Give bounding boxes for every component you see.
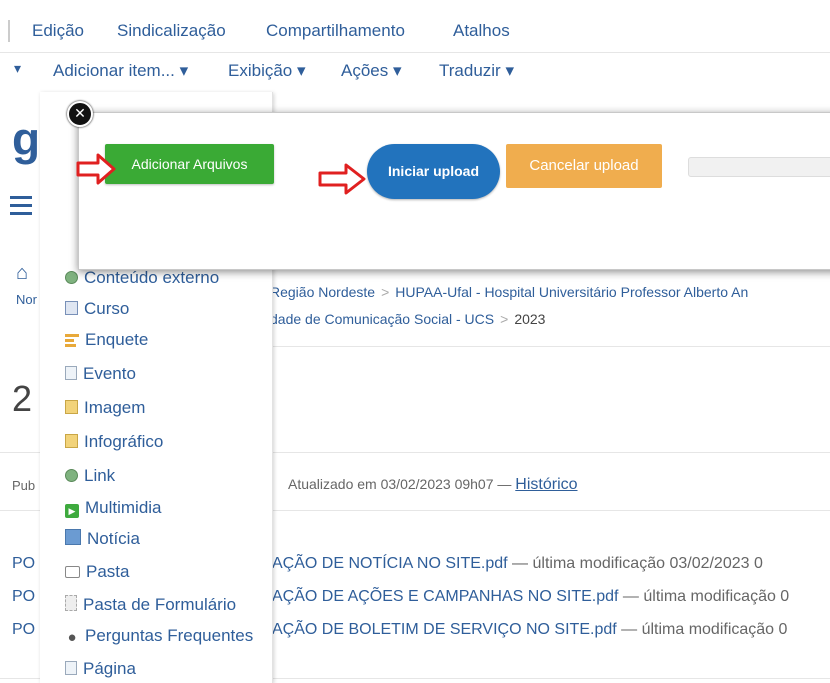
file-row[interactable]: PO AÇÃO DE NOTÍCIA NO SITE.pdf — última … [12, 555, 763, 573]
file-row[interactable]: PO AÇÃO DE AÇÕES E CAMPANHAS NO SITE.pdf… [12, 588, 789, 606]
file-link[interactable]: AÇÃO DE AÇÕES E CAMPANHAS NO SITE.pdf — … [272, 588, 789, 606]
add-files-button[interactable]: Adicionar Arquivos [105, 144, 274, 184]
toolbar: ▾ Adicionar item... ▾ Exibição ▾ Ações ▾… [0, 52, 830, 92]
start-upload-button[interactable]: Iniciar upload [367, 144, 500, 199]
hamburger-menu-icon[interactable] [10, 196, 32, 220]
updated-text: Atualizado em 03/02/2023 09h07 — [288, 476, 512, 492]
faq-icon: ● [67, 629, 77, 646]
dropdown-item-noticia[interactable]: Notícia [65, 529, 140, 549]
file-modified: — última modificação 03/02/2023 0 [507, 555, 763, 572]
close-icon[interactable]: ✕ [67, 101, 93, 127]
published-label: Pub [12, 478, 36, 493]
page-icon [65, 661, 77, 675]
dropdown-item-link[interactable]: Link [65, 466, 115, 486]
breadcrumb-line-2: dade de Comunicação Social - UCS >2023 [270, 311, 545, 327]
file-prefix: PO [12, 621, 36, 638]
dropdown-item-curso[interactable]: Curso [65, 299, 129, 319]
toolbar-actions[interactable]: Ações ▾ [341, 61, 402, 81]
dropdown-item-multimidia[interactable]: ▶ Multimidia [65, 498, 162, 518]
infographic-icon [65, 434, 78, 448]
breadcrumb-separator: > [500, 311, 509, 327]
annotation-arrow-icon [76, 153, 116, 185]
site-logo[interactable]: g [12, 112, 40, 166]
toolbar-left-arrow[interactable]: ▾ [14, 60, 21, 77]
cancel-upload-button[interactable]: Cancelar upload [506, 144, 662, 188]
divider [270, 346, 830, 347]
menu-sindicalizacao[interactable]: Sindicalização [117, 21, 226, 41]
file-prefix: PO [12, 588, 36, 605]
multimedia-icon: ▶ [65, 504, 79, 518]
breadcrumb-regiao-nordeste[interactable]: Região Nordeste [270, 284, 375, 300]
file-row[interactable]: PO AÇÃO DE BOLETIM DE SERVIÇO NO SITE.pd… [12, 621, 787, 639]
file-modified: — última modificação 0 [618, 588, 790, 605]
form-folder-icon [65, 595, 77, 611]
dropdown-item-pasta[interactable]: Pasta [65, 562, 129, 582]
dropdown-item-enquete[interactable]: Enquete [65, 330, 148, 350]
dropdown-item-infografico[interactable]: Infográfico [65, 432, 163, 452]
event-icon [65, 366, 77, 380]
file-modified: — última modificação 0 [616, 621, 788, 638]
poll-icon [65, 332, 79, 347]
breadcrumb-hupaa[interactable]: HUPAA-Ufal - Hospital Universitário Prof… [395, 284, 748, 300]
file-link[interactable]: AÇÃO DE BOLETIM DE SERVIÇO NO SITE.pdf —… [272, 621, 787, 639]
file-prefix: PO [12, 555, 36, 572]
toolbar-view[interactable]: Exibição ▾ [228, 61, 306, 81]
updated-info: Atualizado em 03/02/2023 09h07 — Históri… [288, 476, 578, 494]
file-link[interactable]: AÇÃO DE NOTÍCIA NO SITE.pdf — última mod… [272, 555, 763, 573]
globe-icon [65, 271, 78, 284]
breadcrumb-line-1: Região Nordeste > HUPAA-Ufal - Hospital Un… [270, 284, 748, 300]
toolbar-translate[interactable]: Traduzir ▾ [439, 61, 514, 81]
breadcrumb-current: 2023 [514, 311, 546, 327]
menu-compartilhamento[interactable]: Compartilhamento [266, 21, 405, 41]
dropdown-item-evento[interactable]: Evento [65, 364, 136, 384]
dropdown-item-conteudo-externo[interactable]: Conteúdo externo [65, 268, 219, 288]
dropdown-item-imagem[interactable]: Imagem [65, 398, 145, 418]
dropdown-item-pasta-formulario[interactable]: Pasta de Formulário [65, 595, 236, 615]
link-icon [65, 469, 78, 482]
annotation-arrow-icon [318, 163, 366, 195]
menu-edicao[interactable]: Edição [32, 21, 84, 41]
dropdown-item-pagina[interactable]: Página [65, 659, 136, 679]
folder-icon [65, 566, 80, 578]
breadcrumb-separator: > [381, 284, 390, 300]
toolbar-add-item[interactable]: Adicionar item... ▾ [53, 61, 188, 81]
menu-atalhos[interactable]: Atalhos [453, 21, 510, 41]
home-icon[interactable]: ⌂ [16, 262, 28, 285]
news-icon [65, 529, 81, 545]
history-link[interactable]: Histórico [515, 476, 577, 493]
menu-separator [8, 20, 10, 42]
dropdown-item-perguntas-frequentes[interactable]: ● Perguntas Frequentes [65, 626, 253, 646]
breadcrumb-nav-prefix[interactable]: Nor [16, 292, 37, 307]
page-title: 2 [12, 378, 33, 419]
image-icon [65, 400, 78, 414]
upload-progress-bar [688, 157, 830, 177]
top-menu-bar: Edição Sindicalização Compartilhamento A… [0, 0, 830, 53]
breadcrumb-ucs[interactable]: dade de Comunicação Social - UCS [270, 311, 494, 327]
course-icon [65, 301, 78, 315]
